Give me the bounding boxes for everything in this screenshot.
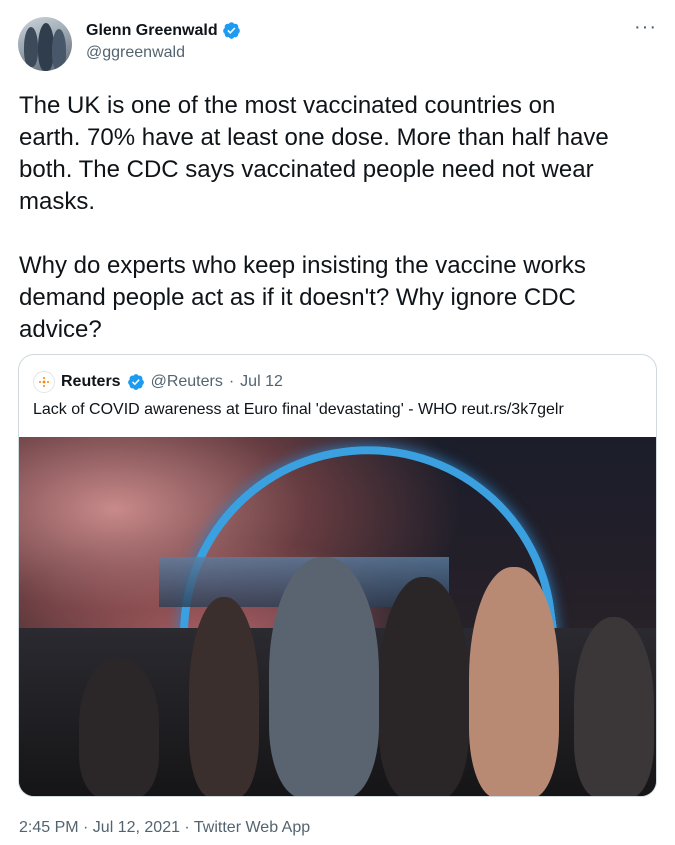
avatar-person bbox=[52, 29, 66, 71]
fan-figure bbox=[574, 617, 654, 796]
quoted-tweet[interactable]: Reuters @Reuters · Jul 12 Lack of COVID … bbox=[18, 354, 657, 797]
verified-badge-icon bbox=[127, 374, 144, 390]
quoted-tweet-text: Lack of COVID awareness at Euro final 'd… bbox=[33, 401, 564, 418]
fan-figure bbox=[269, 557, 379, 796]
verified-badge-icon bbox=[222, 22, 240, 39]
more-options-icon[interactable]: ··· bbox=[634, 16, 657, 39]
quoted-author-name[interactable]: Reuters bbox=[61, 373, 121, 391]
meta-separator: · bbox=[228, 373, 235, 390]
reuters-dots-icon bbox=[39, 377, 49, 387]
fan-figure bbox=[79, 657, 159, 796]
fan-figure bbox=[469, 567, 559, 796]
fan-figure bbox=[189, 597, 259, 796]
reuters-logo-icon bbox=[33, 371, 55, 393]
profile-avatar[interactable] bbox=[18, 17, 72, 71]
tweet-author: Glenn Greenwald @ggreenwald bbox=[86, 21, 241, 62]
fan-figure bbox=[379, 577, 469, 796]
author-name[interactable]: Glenn Greenwald bbox=[86, 22, 218, 40]
quoted-tweet-date[interactable]: Jul 12 bbox=[240, 373, 283, 391]
crowd-celebration-photo[interactable] bbox=[19, 437, 656, 796]
tweet-paragraph: Why do experts who keep insisting the va… bbox=[19, 252, 586, 343]
quoted-tweet-header: Reuters @Reuters · Jul 12 bbox=[33, 371, 283, 393]
avatar-person bbox=[24, 27, 38, 67]
tweet-timestamp[interactable]: 2:45 PM · Jul 12, 2021 · Twitter Web App bbox=[19, 819, 310, 837]
author-handle[interactable]: @ggreenwald bbox=[86, 44, 241, 62]
quoted-author-handle[interactable]: @Reuters bbox=[151, 373, 223, 391]
tweet-text: The UK is one of the most vaccinated cou… bbox=[19, 90, 659, 346]
tweet-paragraph: The UK is one of the most vaccinated cou… bbox=[19, 92, 609, 215]
